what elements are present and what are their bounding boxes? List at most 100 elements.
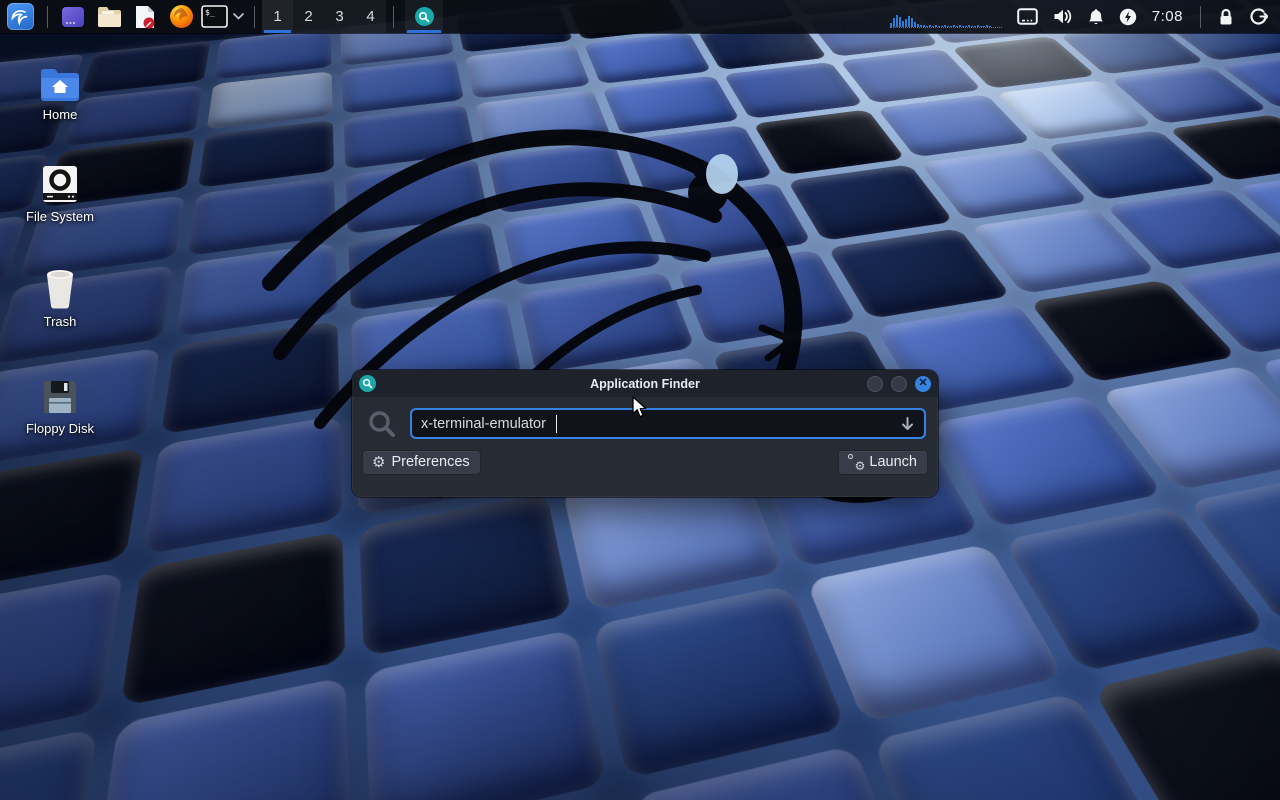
wallpaper-cube	[364, 629, 607, 800]
active-task-underline	[407, 30, 441, 33]
wallpaper-cube	[723, 62, 863, 119]
launcher-app-purple[interactable]	[55, 0, 91, 33]
wallpaper-cube	[753, 109, 905, 175]
cpu-bar	[908, 16, 910, 27]
history-dropdown-arrow-icon[interactable]	[900, 416, 915, 432]
cpu-graph[interactable]	[890, 13, 1002, 28]
wallpaper-cube	[488, 142, 634, 214]
wallpaper-cube	[648, 182, 812, 263]
lock-screen-icon[interactable]	[1218, 8, 1234, 26]
cpu-bar	[899, 17, 901, 27]
search-input-value: x-terminal-emulator	[421, 416, 546, 432]
cpu-bar	[923, 25, 925, 27]
wallpaper-cube	[583, 32, 711, 84]
cpu-bar	[893, 18, 895, 27]
cpu-bar	[950, 26, 952, 27]
minimize-button[interactable]	[867, 376, 883, 392]
workspace-button-4[interactable]: 4	[355, 0, 386, 33]
taskbar-button-application-finder[interactable]	[405, 0, 443, 33]
wallpaper-cube	[143, 415, 342, 555]
panel-separator	[1200, 6, 1201, 28]
window-icon-appfinder	[359, 375, 376, 392]
cpu-bar	[953, 25, 955, 27]
panel-separator	[393, 6, 394, 28]
logout-icon[interactable]	[1249, 7, 1268, 26]
desktop-icon-floppy-disk[interactable]: Floppy Disk	[20, 370, 100, 436]
workspace-button-3[interactable]: 3	[324, 0, 355, 33]
notifications-bell-icon[interactable]	[1088, 8, 1104, 26]
wallpaper-cube	[0, 728, 97, 800]
svg-text:$_: $_	[205, 8, 215, 17]
maximize-button[interactable]	[891, 376, 907, 392]
search-input[interactable]: x-terminal-emulator	[410, 408, 926, 439]
search-icon	[367, 409, 397, 439]
cpu-bar	[956, 26, 958, 27]
wallpaper-cube	[677, 250, 857, 346]
applications-menu-button[interactable]	[0, 0, 40, 33]
wallpaper-cube	[0, 448, 143, 597]
cpu-bar	[896, 15, 898, 27]
cpu-bar	[944, 25, 946, 27]
panel-separator	[254, 6, 255, 28]
cpu-bar	[989, 26, 991, 27]
wallpaper-cube	[346, 159, 489, 235]
cpu-bar	[938, 26, 940, 27]
cpu-bar	[959, 25, 961, 27]
cpu-bar	[974, 26, 976, 27]
wallpaper-cube	[198, 120, 334, 188]
wallpaper-cube	[0, 571, 123, 760]
power-manager-icon[interactable]	[1119, 8, 1137, 26]
desktop-icon-file-system[interactable]: File System	[20, 158, 100, 224]
launcher-text-editor[interactable]	[127, 0, 163, 33]
window-titlebar[interactable]: Application Finder ✕	[352, 370, 938, 397]
launcher-file-manager[interactable]	[91, 0, 127, 33]
workspace-button-2[interactable]: 2	[293, 0, 324, 33]
close-button[interactable]: ✕	[915, 376, 931, 392]
cpu-bar	[986, 25, 988, 27]
workspace-label: 2	[304, 8, 312, 25]
panel-tray: 7:08	[890, 5, 1280, 28]
wallpaper-cube	[206, 71, 332, 130]
wallpaper-cube	[187, 177, 335, 256]
application-finder-window: Application Finder ✕ x-terminal-emulator…	[352, 370, 938, 497]
wallpaper-cube	[120, 531, 345, 707]
cpu-bar	[941, 26, 943, 27]
desktop-icon-trash[interactable]: Trash	[20, 263, 100, 329]
cpu-bar	[977, 25, 979, 27]
preferences-button[interactable]: ⚙ Preferences	[362, 450, 481, 475]
launcher-firefox[interactable]	[163, 0, 199, 33]
panel-separator	[47, 6, 48, 28]
active-workspace-underline	[264, 30, 291, 33]
desktop-icon-home[interactable]: Home	[20, 56, 100, 122]
firefox-icon	[169, 4, 194, 29]
launcher-terminal[interactable]: $_	[199, 0, 229, 33]
terminal-dropdown-button[interactable]	[229, 0, 247, 33]
display-icon[interactable]	[1017, 8, 1038, 25]
cpu-bar	[935, 25, 937, 27]
cpu-bar	[983, 26, 985, 27]
file-manager-icon	[97, 6, 122, 28]
text-caret	[556, 415, 558, 433]
cpu-bar	[890, 23, 892, 27]
wallpaper-cube	[475, 90, 610, 152]
cpu-bar	[911, 18, 913, 27]
launch-button[interactable]: ⚙ Launch	[838, 450, 928, 475]
trash-icon	[20, 263, 100, 309]
cpu-bar	[926, 26, 928, 27]
cpu-bar	[917, 24, 919, 27]
wallpaper-cube	[359, 494, 572, 657]
clock[interactable]: 7:08	[1152, 8, 1183, 25]
cpu-bar	[965, 26, 967, 27]
workspace-button-1[interactable]: 1	[262, 0, 293, 33]
volume-icon[interactable]	[1053, 8, 1073, 25]
wallpaper-cube	[518, 272, 694, 373]
cpu-bar	[920, 25, 922, 27]
workspace-label: 1	[273, 8, 281, 25]
gear-icon: ⚙	[372, 455, 385, 470]
cpu-bar	[968, 25, 970, 27]
desktop-icon-label: Home	[20, 107, 100, 122]
floppy-disk-icon	[20, 370, 100, 416]
appfinder-icon	[415, 7, 434, 26]
purple-app-icon	[61, 5, 85, 29]
action-row: ⚙ Preferences ⚙ Launch	[352, 439, 938, 475]
